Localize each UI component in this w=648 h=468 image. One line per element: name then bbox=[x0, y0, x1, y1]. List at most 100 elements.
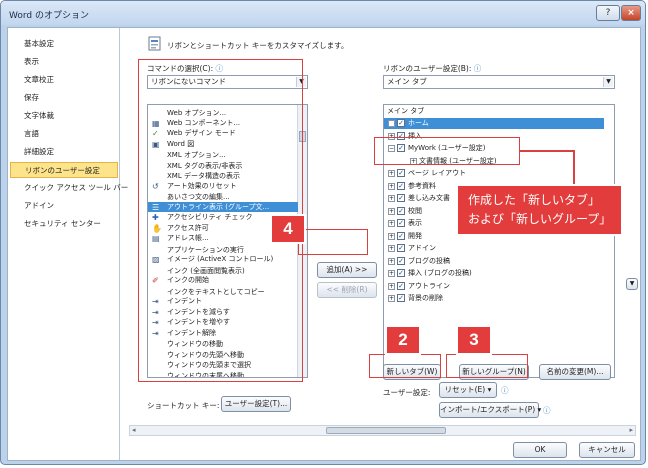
tab-checkbox[interactable]: ✓ bbox=[397, 119, 405, 127]
expand-icon[interactable]: + bbox=[388, 182, 395, 190]
command-list-item[interactable]: XML オプション... bbox=[148, 149, 298, 160]
command-list-item[interactable]: XML タグの表示/非表示 bbox=[148, 160, 298, 171]
scroll-right-icon[interactable]: ▸ bbox=[629, 426, 633, 434]
new-tab-button[interactable]: 新しいタブ(W) bbox=[383, 364, 441, 380]
nav-item[interactable]: 言語 bbox=[10, 126, 118, 142]
ribbon-tree-item[interactable]: + 文書情報 (ユーザー設定) bbox=[384, 156, 604, 167]
ribbon-tree-item[interactable]: + ✓ ページ レイアウト bbox=[384, 168, 604, 179]
scroll-thumb[interactable] bbox=[299, 131, 306, 142]
blank-icon bbox=[152, 107, 162, 116]
tab-checkbox[interactable]: ✓ bbox=[397, 169, 405, 177]
command-list-item[interactable]: Web オプション... bbox=[148, 107, 298, 118]
collapse-icon[interactable]: − bbox=[388, 145, 395, 152]
expand-icon[interactable]: + bbox=[388, 282, 395, 290]
tree-item-label: アドイン bbox=[408, 244, 436, 252]
expand-icon[interactable]: + bbox=[388, 170, 395, 177]
tab-checkbox[interactable]: ✓ bbox=[397, 219, 405, 227]
command-list-item[interactable]: ⇥ インデントを増やす bbox=[148, 317, 298, 328]
nav-item[interactable]: 基本設定 bbox=[10, 36, 118, 52]
nav-item[interactable]: アドイン bbox=[10, 198, 118, 214]
command-list-item[interactable]: ▦ Web コンポーネント... bbox=[148, 118, 298, 129]
ribbon-customize-combo[interactable]: メイン タブ ▼ bbox=[383, 75, 615, 89]
shortcut-customize-button[interactable]: ユーザー設定(T)... bbox=[221, 396, 291, 412]
content-hscrollbar[interactable]: ◂ ▸ bbox=[129, 425, 636, 436]
ribbon-tree-item[interactable]: + ✓ ブログの投稿 bbox=[384, 256, 604, 267]
ribbon-tree-item[interactable]: + ✓ 背景の削除 bbox=[384, 293, 604, 304]
nav-item[interactable]: 表示 bbox=[10, 54, 118, 70]
nav-item[interactable]: リボンのユーザー設定 bbox=[10, 162, 118, 178]
command-list-item[interactable]: インク (全画面閲覧表示) bbox=[148, 265, 298, 276]
rename-button[interactable]: 名前の変更(M)... bbox=[539, 364, 611, 380]
nav-item[interactable]: 詳細設定 bbox=[10, 144, 118, 160]
help-button[interactable]: ? bbox=[596, 5, 620, 21]
add-button[interactable]: 追加(A) >> bbox=[317, 262, 377, 278]
info-icon: ⓘ bbox=[215, 64, 224, 73]
command-list-item[interactable]: ✓ Web デザイン モード bbox=[148, 128, 298, 139]
command-list-item[interactable]: ▨ イメージ (ActiveX コントロール) bbox=[148, 254, 298, 265]
tree-header: メイン タブ bbox=[387, 107, 425, 115]
command-list-item[interactable]: アプリケーションの実行 bbox=[148, 244, 298, 255]
tab-checkbox[interactable]: ✓ bbox=[397, 231, 405, 240]
command-choose-combo[interactable]: リボンにないコマンド ▼ bbox=[147, 75, 308, 89]
expand-icon[interactable]: + bbox=[388, 257, 395, 265]
expand-icon[interactable]: + bbox=[388, 232, 395, 240]
new-group-button[interactable]: 新しいグループ(N) bbox=[459, 364, 529, 380]
ribbon-tree-item[interactable]: + ✓ 挿入 (ブログの投稿) bbox=[384, 268, 604, 279]
annotation-callout: 作成した「新しいタブ」 および「新しいグループ」 bbox=[456, 184, 624, 236]
command-list-item[interactable]: ⇥ インデント解除 bbox=[148, 328, 298, 339]
cancel-button[interactable]: キャンセル bbox=[579, 442, 635, 458]
command-list-item[interactable]: ↺ アート効果のリセット bbox=[148, 181, 298, 192]
tab-checkbox[interactable]: ✓ bbox=[397, 244, 405, 252]
expand-icon[interactable]: + bbox=[388, 207, 395, 215]
scroll-left-icon[interactable]: ◂ bbox=[132, 426, 136, 434]
nav-item[interactable]: クイック アクセス ツール バー bbox=[10, 180, 128, 196]
tab-checkbox[interactable]: ✓ bbox=[397, 181, 405, 190]
nav-item[interactable]: 文章校正 bbox=[10, 72, 118, 88]
reset-button[interactable]: リセット(E) ▾ bbox=[439, 382, 497, 398]
nav-item[interactable]: セキュリティ センター bbox=[10, 216, 118, 232]
ribbon-tree-item[interactable]: + ✓ アウトライン bbox=[384, 281, 604, 292]
addr-icon: ▤ bbox=[152, 234, 160, 243]
tab-checkbox[interactable]: ✓ bbox=[397, 256, 405, 265]
command-list-item[interactable]: XML データ構造の表示 bbox=[148, 170, 298, 181]
command-list-item[interactable]: ⇥ インデント bbox=[148, 296, 298, 307]
hscroll-thumb[interactable] bbox=[326, 427, 446, 434]
expand-icon[interactable]: + bbox=[388, 220, 395, 227]
command-list-item[interactable]: ウィンドウの移動 bbox=[148, 338, 298, 349]
command-list-item[interactable]: ☰ アウトライン表示 (グループ文... bbox=[148, 201, 298, 212]
command-list-item[interactable]: ⇥ インデントを減らす bbox=[148, 307, 298, 318]
tab-checkbox[interactable]: ✓ bbox=[397, 206, 405, 215]
expand-icon[interactable]: + bbox=[388, 132, 395, 140]
tab-checkbox[interactable]: ✓ bbox=[397, 131, 405, 140]
command-list-item[interactable]: ▣ Word 図 bbox=[148, 139, 298, 150]
ribbon-tree-item[interactable]: − ✓ MyWork (ユーザー設定) bbox=[384, 143, 604, 154]
title-bar[interactable]: Word のオプション ? × bbox=[1, 1, 645, 25]
tab-checkbox[interactable]: ✓ bbox=[397, 194, 405, 202]
command-list-item[interactable]: あいさつ文の編集... bbox=[148, 191, 298, 202]
expand-icon[interactable]: + bbox=[388, 120, 395, 127]
nav-item[interactable]: 保存 bbox=[10, 90, 118, 106]
import-export-button[interactable]: インポート/エクスポート(P) ▾ bbox=[439, 402, 541, 418]
expand-icon[interactable]: + bbox=[388, 270, 395, 277]
expand-icon[interactable]: + bbox=[388, 195, 395, 202]
move-down-button[interactable]: ▼ bbox=[626, 278, 638, 290]
nav-item[interactable]: 文字体裁 bbox=[10, 108, 118, 124]
command-list-item[interactable]: ウィンドウの末尾へ移動 bbox=[148, 370, 298, 378]
ribbon-tree-item[interactable]: + ✓ アドイン bbox=[384, 243, 604, 254]
command-list-item[interactable]: ウィンドウの先頭へ移動 bbox=[148, 349, 298, 360]
tab-checkbox[interactable]: ✓ bbox=[397, 269, 405, 277]
ribbon-tree-item[interactable]: + ✓ 挿入 bbox=[384, 131, 604, 142]
ok-button[interactable]: OK bbox=[513, 442, 567, 458]
expand-icon[interactable]: + bbox=[388, 295, 395, 302]
tab-checkbox[interactable]: ✓ bbox=[397, 294, 405, 302]
ribbon-tree-item[interactable]: + ✓ ホーム bbox=[384, 118, 604, 129]
expand-icon[interactable]: + bbox=[388, 245, 395, 252]
tab-checkbox[interactable]: ✓ bbox=[397, 144, 405, 152]
command-list-item[interactable]: インクをテキストとしてコピー bbox=[148, 286, 298, 297]
command-list-item[interactable]: ウィンドウの先頭まで選択 bbox=[148, 359, 298, 370]
expand-icon[interactable]: + bbox=[410, 157, 417, 165]
command-list-item[interactable]: ✐ インクの開始 bbox=[148, 275, 298, 286]
close-button[interactable]: × bbox=[621, 5, 641, 21]
remove-button[interactable]: << 削除(R) bbox=[317, 282, 377, 298]
tab-checkbox[interactable]: ✓ bbox=[397, 281, 405, 290]
